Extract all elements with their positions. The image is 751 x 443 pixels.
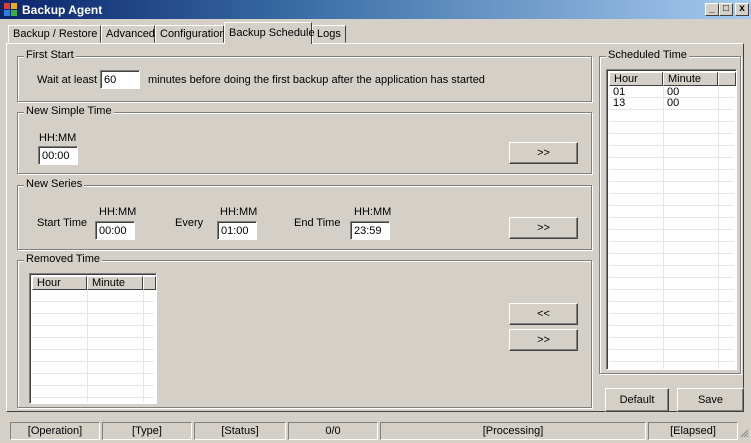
grid-row-line — [609, 122, 734, 134]
start-time-input[interactable] — [95, 221, 135, 240]
grid-row-line — [609, 278, 734, 290]
tab-backup-schedule[interactable]: Backup Schedule — [224, 22, 315, 44]
grid-row-line — [32, 290, 154, 302]
first-start-legend: First Start — [24, 49, 76, 61]
app-icon — [4, 3, 17, 16]
status-type: [Type] — [102, 422, 192, 440]
status-processing: [Processing] — [380, 422, 646, 440]
add-series-button[interactable]: >> — [509, 217, 578, 239]
new-simple-time-group: New Simple Time HH:MM >> — [17, 105, 592, 174]
grid-row-line — [609, 314, 734, 326]
grid-row-line — [609, 134, 734, 146]
tab-logs[interactable]: Logs — [312, 25, 346, 43]
removed-time-list[interactable]: Hour Minute — [29, 273, 157, 404]
every-hhmm-label: HH:MM — [220, 206, 258, 218]
grid-row-line — [32, 314, 154, 326]
scheduled-time-list[interactable]: Hour Minute 01 00 13 00 — [606, 69, 737, 370]
minimize-button[interactable]: _ — [705, 3, 719, 16]
add-simple-time-button[interactable]: >> — [509, 142, 578, 164]
tab-backup-restore[interactable]: Backup / Restore — [8, 25, 101, 43]
every-interval-input[interactable] — [217, 221, 257, 240]
default-button[interactable]: Default — [605, 388, 669, 412]
scheduled-col-filler — [718, 72, 736, 86]
grid-row-line — [609, 266, 734, 278]
grid-row-line — [609, 218, 734, 230]
status-count: 0/0 — [288, 422, 378, 440]
wait-prefix-label: Wait at least — [37, 74, 98, 86]
grid-row-line — [32, 374, 154, 386]
every-label: Every — [175, 217, 204, 229]
grid-row-line — [609, 302, 734, 314]
title-bar[interactable]: Backup Agent _ □ x — [0, 0, 751, 19]
save-button[interactable]: Save — [677, 388, 744, 412]
tab-advanced[interactable]: Advanced — [101, 25, 155, 43]
grid-row-line — [32, 386, 154, 398]
window-title: Backup Agent — [22, 3, 103, 17]
grid-row-line — [32, 338, 154, 350]
removed-time-legend: Removed Time — [24, 253, 102, 265]
simple-hhmm-label: HH:MM — [39, 132, 77, 144]
status-operation: [Operation] — [10, 422, 100, 440]
scheduled-time-legend: Scheduled Time — [606, 49, 689, 61]
tab-configuration[interactable]: Configuration — [155, 25, 225, 43]
removed-col-minute[interactable]: Minute — [87, 276, 143, 290]
wait-minutes-input[interactable] — [100, 70, 140, 89]
new-series-group: New Series Start Time HH:MM Every HH:MM … — [17, 178, 592, 250]
grid-row-line — [32, 302, 154, 314]
scheduled-row-minute[interactable]: 00 — [667, 98, 679, 109]
removed-time-group: Removed Time Hour Minute << >> — [17, 253, 592, 408]
grid-row-line — [609, 194, 734, 206]
scheduled-row-hour[interactable]: 13 — [613, 98, 625, 109]
scheduled-time-group: Scheduled Time Hour Minute 01 00 13 00 — [599, 49, 741, 374]
grid-row-line — [32, 362, 154, 374]
status-status: [Status] — [194, 422, 286, 440]
status-elapsed: [Elapsed] — [648, 422, 738, 440]
grid-row-line — [609, 230, 734, 242]
grid-row-line — [609, 158, 734, 170]
new-series-legend: New Series — [24, 178, 85, 190]
grid-row-line — [32, 326, 154, 338]
scheduled-col-minute[interactable]: Minute — [663, 72, 718, 86]
grid-row-line — [32, 350, 154, 362]
grid-row-line — [609, 338, 734, 350]
close-button[interactable]: x — [735, 3, 749, 16]
wait-suffix-label: minutes before doing the first backup af… — [148, 74, 485, 86]
scheduled-col-hour[interactable]: Hour — [609, 72, 663, 86]
end-time-label: End Time — [294, 217, 341, 229]
grid-row-line — [609, 350, 734, 362]
remove-time-button[interactable]: >> — [509, 329, 578, 351]
end-hhmm-label: HH:MM — [354, 206, 392, 218]
grid-row-line — [609, 326, 734, 338]
restore-time-button[interactable]: << — [509, 303, 578, 325]
removed-col-hour[interactable]: Hour — [32, 276, 87, 290]
grid-row-line — [609, 170, 734, 182]
removed-col-filler — [143, 276, 156, 290]
grid-row-line — [609, 206, 734, 218]
start-hhmm-label: HH:MM — [99, 206, 137, 218]
simple-time-input[interactable] — [38, 146, 78, 165]
end-time-input[interactable] — [350, 221, 390, 240]
maximize-button[interactable]: □ — [719, 3, 733, 16]
grid-row-line — [609, 146, 734, 158]
grid-row-line — [609, 110, 734, 122]
grid-row-line — [609, 242, 734, 254]
new-simple-time-legend: New Simple Time — [24, 105, 114, 117]
grid-row-line — [609, 182, 734, 194]
resize-grip-icon[interactable] — [739, 428, 749, 438]
start-time-label: Start Time — [37, 217, 88, 229]
grid-row-line — [609, 254, 734, 266]
grid-row-line — [609, 290, 734, 302]
first-start-group: First Start Wait at least minutes before… — [17, 49, 592, 102]
